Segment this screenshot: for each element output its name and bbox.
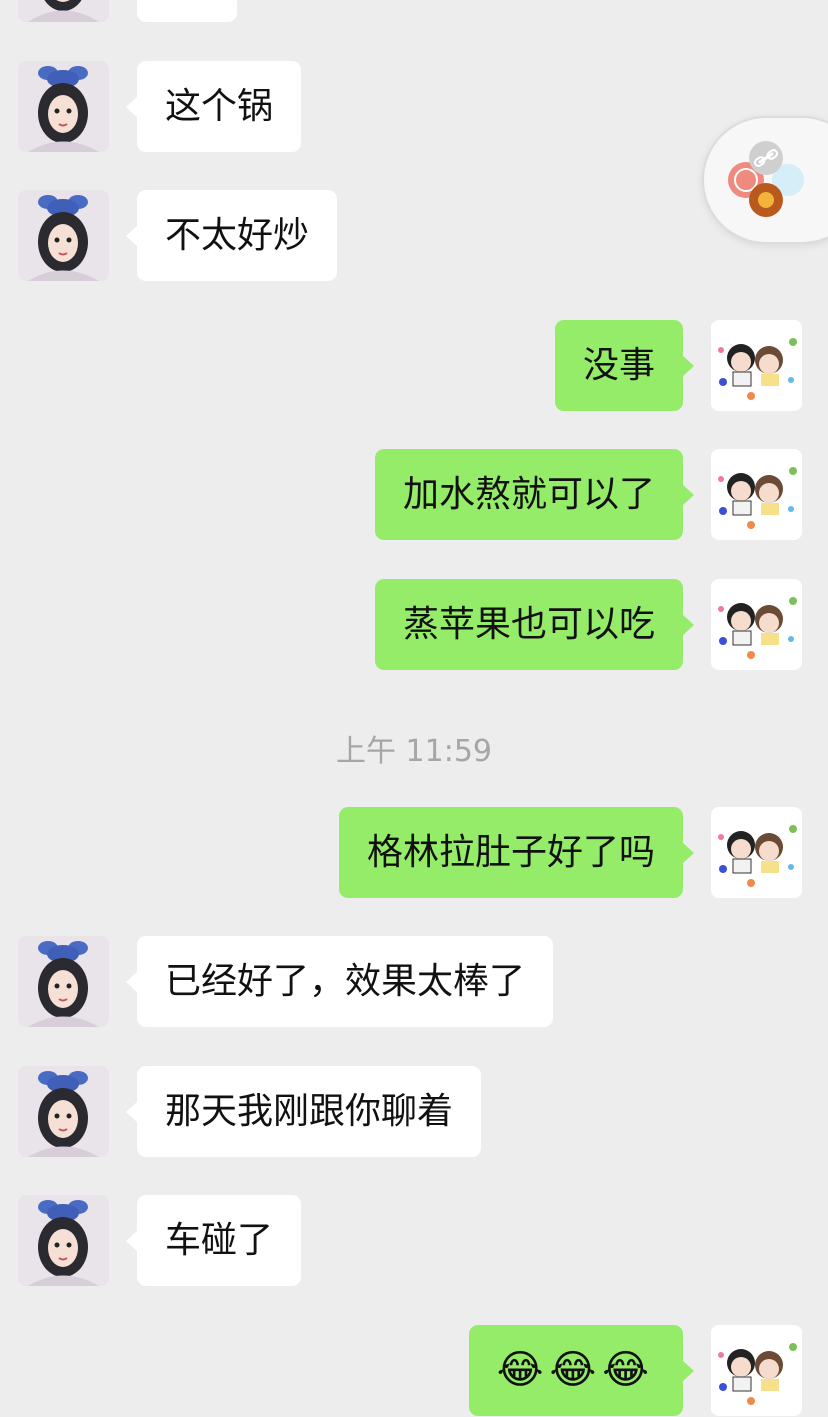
message-text: 没事 <box>582 345 655 386</box>
message-bubble[interactable]: 😂😂😂 <box>468 1325 695 1416</box>
contact-avatar[interactable] <box>18 1066 109 1157</box>
message-timestamp: 上午 11:59 <box>336 734 492 769</box>
contact-avatar[interactable] <box>18 1195 109 1286</box>
message-text: 车碰了 <box>165 1220 274 1261</box>
message-bubble[interactable]: 这个锅 <box>125 61 302 152</box>
message-row-outgoing: 😂😂😂 <box>0 1325 828 1417</box>
message-bubble[interactable]: 已经好了，效果太棒了 <box>125 936 554 1027</box>
chat-message-list[interactable]: 这个锅 不太好炒 没事 加水熬就可以了 蒸苹果也可以吃 上午 11:59 格林拉… <box>0 0 828 1416</box>
link-icon <box>749 141 783 175</box>
message-text: 这个锅 <box>165 86 274 127</box>
message-bubble[interactable]: 没事 <box>554 320 695 411</box>
message-text: 格林拉肚子好了吗 <box>366 832 655 873</box>
my-avatar[interactable] <box>711 449 802 540</box>
message-bubble[interactable]: 不太好炒 <box>125 190 338 281</box>
message-text: 那天我刚跟你聊着 <box>165 1091 454 1132</box>
message-bubble[interactable]: 那天我刚跟你聊着 <box>125 1066 482 1157</box>
message-row-outgoing: 没事 <box>0 320 828 412</box>
floating-window-button[interactable] <box>704 118 828 242</box>
contact-avatar[interactable] <box>18 0 109 22</box>
message-bubble[interactable]: 加水熬就可以了 <box>374 449 695 540</box>
message-text: 蒸苹果也可以吃 <box>402 604 655 645</box>
my-avatar[interactable] <box>711 1325 802 1416</box>
message-text: 已经好了，效果太棒了 <box>165 961 526 1002</box>
message-row-incoming <box>0 0 828 23</box>
message-text: 不太好炒 <box>165 215 310 256</box>
floating-apps-icon <box>728 141 804 217</box>
message-bubble[interactable]: 蒸苹果也可以吃 <box>374 579 695 670</box>
message-emoji-text: 😂😂😂 <box>496 1347 655 1393</box>
message-row-incoming: 车碰了 <box>0 1195 828 1287</box>
message-row-incoming: 已经好了，效果太棒了 <box>0 936 828 1028</box>
message-row-incoming: 那天我刚跟你聊着 <box>0 1066 828 1158</box>
message-bubble[interactable]: 车碰了 <box>125 1195 302 1286</box>
contact-avatar[interactable] <box>18 61 109 152</box>
contact-avatar[interactable] <box>18 936 109 1027</box>
message-text: 加水熬就可以了 <box>402 474 655 515</box>
message-row-outgoing: 格林拉肚子好了吗 <box>0 807 828 899</box>
my-avatar[interactable] <box>711 579 802 670</box>
message-bubble[interactable]: 格林拉肚子好了吗 <box>338 807 695 898</box>
message-row-outgoing: 加水熬就可以了 <box>0 449 828 541</box>
my-avatar[interactable] <box>711 807 802 898</box>
my-avatar[interactable] <box>711 320 802 411</box>
message-bubble[interactable] <box>137 0 237 22</box>
message-row-outgoing: 蒸苹果也可以吃 <box>0 579 828 671</box>
contact-avatar[interactable] <box>18 190 109 281</box>
